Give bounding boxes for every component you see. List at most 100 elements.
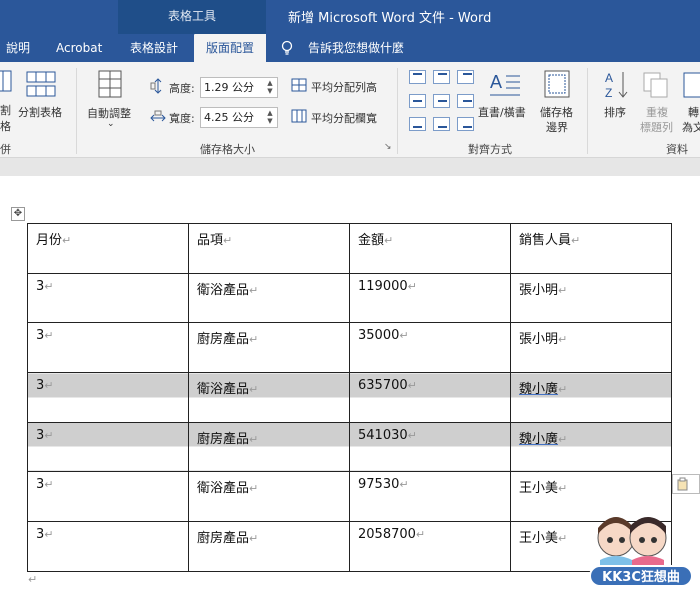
split-cells-label-top[interactable]: 割: [0, 102, 11, 118]
end-of-cell-mark: ↵: [44, 279, 54, 293]
cell-item: 廚房產品: [197, 531, 250, 547]
tab-layout[interactable]: 版面配置: [194, 34, 266, 62]
table-cell[interactable]: 97530↵: [349, 471, 511, 523]
table-cell[interactable]: 541030↵: [349, 421, 511, 473]
table-tools-context-label: 表格工具: [118, 0, 266, 34]
table-cell[interactable]: 2058700↵: [349, 521, 511, 572]
cell-item: 衛浴產品: [197, 481, 250, 497]
cell-amount: 97530: [358, 477, 400, 493]
table-cell[interactable]: 廚房產品↵: [188, 521, 350, 572]
align-bottom-center-button[interactable]: [433, 117, 450, 131]
cell-salesperson: 張小明: [519, 332, 559, 348]
cell-margins-label-top[interactable]: 儲存格: [540, 104, 573, 120]
data-group-label: 資料: [666, 143, 688, 156]
convert-label-top[interactable]: 轉: [688, 104, 699, 120]
paste-options-icon[interactable]: [672, 474, 700, 494]
sort-button[interactable]: 排序: [604, 104, 626, 120]
align-middle-left-button[interactable]: [409, 94, 426, 108]
ruler-gap: [0, 158, 700, 176]
row-height-value: 1.29 公分: [204, 81, 254, 94]
table-cell[interactable]: 3↵: [27, 421, 189, 473]
cell-item: 廚房產品: [197, 332, 250, 348]
align-top-right-button[interactable]: [457, 70, 474, 84]
end-of-cell-mark: ↵: [44, 428, 54, 442]
text-direction-button[interactable]: 直書/橫書: [478, 104, 526, 120]
document-page: ✥ 月份↵ 品項↵ 金額↵ 銷售人員↵ 3↵ 衛浴產品↵ 119000↵ 張小明…: [0, 176, 700, 591]
distribute-rows-button[interactable]: 平均分配列高: [311, 79, 377, 95]
svg-text:Z: Z: [605, 86, 612, 100]
dialog-launcher-icon[interactable]: ↘: [384, 142, 392, 152]
end-of-cell-mark: ↵: [571, 234, 581, 247]
table-cell[interactable]: 張小明↵: [510, 272, 672, 324]
table-cell[interactable]: 衛浴產品↵: [188, 372, 350, 423]
text-direction-icon: A: [490, 72, 520, 96]
cell-margins-label-bottom[interactable]: 邊界: [546, 119, 568, 135]
spinner-arrows-icon[interactable]: ▲ ▼: [265, 79, 275, 96]
table-cell[interactable]: 119000↵: [349, 272, 511, 324]
table-cell[interactable]: 衛浴產品↵: [188, 272, 350, 324]
end-of-cell-mark: ↵: [399, 329, 409, 343]
repeat-header-label-bottom[interactable]: 標題列: [640, 119, 673, 135]
align-top-left-button[interactable]: [409, 70, 426, 84]
align-bottom-right-button[interactable]: [457, 117, 474, 131]
table-cell[interactable]: 3↵: [27, 272, 189, 324]
table-cell[interactable]: 品項↵: [188, 223, 350, 274]
table-cell[interactable]: 銷售人員↵: [510, 223, 672, 274]
cell-salesperson: 王小美: [519, 531, 559, 547]
ribbon-tab-bar: 說明 Acrobat 表格設計 版面配置 告訴我您想做什麼: [0, 34, 700, 62]
paragraph-mark: ↵: [28, 573, 38, 586]
end-of-cell-mark: ↵: [44, 379, 54, 393]
end-of-cell-mark: ↵: [415, 528, 426, 542]
align-bottom-left-button[interactable]: [409, 117, 426, 131]
convert-label-bottom[interactable]: 為文: [682, 119, 700, 135]
table-cell[interactable]: 635700↵: [349, 372, 511, 423]
align-center-button[interactable]: [433, 94, 450, 108]
end-of-cell-mark: ↵: [558, 482, 568, 496]
table-row: 3↵ 衛浴產品↵ 119000↵ 張小明↵: [27, 272, 672, 324]
table-cell[interactable]: 3↵: [27, 322, 189, 374]
split-table-label[interactable]: 分割表格: [18, 104, 62, 120]
table-row-selected: 3↵ 衛浴產品↵ 635700↵ 魏小廣↵: [27, 372, 672, 423]
sort-icon: A Z: [605, 71, 628, 100]
align-top-center-button[interactable]: [433, 70, 450, 84]
tell-me-search[interactable]: 告訴我您想做什麼: [308, 34, 404, 62]
tab-table-design[interactable]: 表格設計: [130, 34, 178, 62]
tab-acrobat[interactable]: Acrobat: [56, 34, 102, 62]
end-of-cell-mark: ↵: [407, 428, 417, 442]
header-month: 月份: [36, 233, 63, 248]
table-cell[interactable]: 衛浴產品↵: [188, 471, 350, 523]
width-label: 寬度:: [169, 112, 195, 125]
tab-help[interactable]: 說明: [6, 34, 30, 62]
cell-margins-icon: [544, 70, 570, 98]
table-cell[interactable]: 3↵: [27, 372, 189, 423]
table-move-handle-icon[interactable]: ✥: [11, 207, 25, 221]
repeat-header-label-top[interactable]: 重複: [646, 104, 668, 120]
table-cell[interactable]: 3↵: [27, 471, 189, 523]
table-cell[interactable]: 35000↵: [349, 322, 511, 374]
table-row: 3↵ 衛浴產品↵ 97530↵ 王小美↵: [27, 471, 672, 523]
svg-text:A: A: [605, 71, 613, 85]
table-cell[interactable]: 廚房產品↵: [188, 421, 350, 473]
split-table-icon[interactable]: [26, 71, 56, 97]
table-cell[interactable]: 張小明↵: [510, 322, 672, 374]
distribute-columns-button[interactable]: 平均分配欄寬: [311, 110, 377, 126]
row-height-spinner[interactable]: 1.29 公分 ▲ ▼: [200, 77, 278, 98]
column-width-icon: [150, 110, 166, 122]
end-of-cell-mark: ↵: [399, 478, 409, 492]
table-cell[interactable]: 魏小廣↵: [510, 372, 672, 423]
table-cell[interactable]: 魏小廣↵: [510, 421, 672, 473]
table-cell[interactable]: 月份↵: [27, 223, 189, 274]
end-of-cell-mark: ↵: [407, 279, 417, 293]
table-cell[interactable]: 金額↵: [349, 223, 511, 274]
split-cells-label-bottom[interactable]: 格: [0, 118, 11, 134]
table-cell[interactable]: 3↵: [27, 521, 189, 572]
align-middle-right-button[interactable]: [457, 94, 474, 108]
cell-salesperson: 魏小廣: [519, 431, 559, 447]
table-cell[interactable]: 廚房產品↵: [188, 322, 350, 374]
spinner-arrows-icon[interactable]: ▲ ▼: [265, 109, 275, 126]
column-width-spinner[interactable]: 4.25 公分 ▲ ▼: [200, 107, 278, 128]
separator: [587, 68, 588, 154]
end-of-cell-mark: ↵: [249, 432, 259, 446]
end-of-cell-mark: ↵: [223, 234, 233, 247]
kk3c-watermark-logo: KK3C狂想曲: [589, 517, 693, 587]
